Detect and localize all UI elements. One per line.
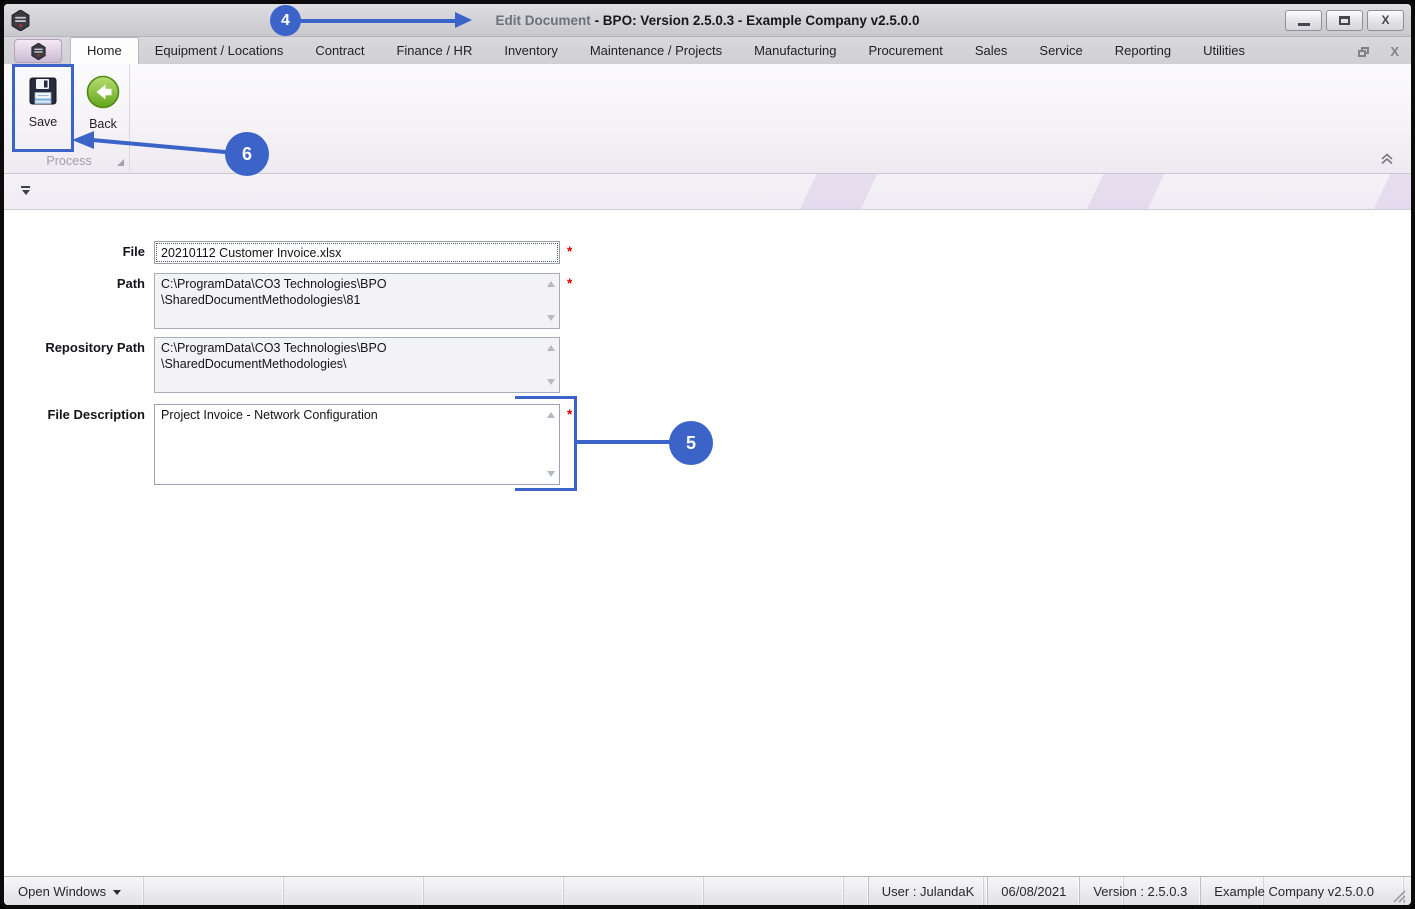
tab-sales[interactable]: Sales (959, 38, 1024, 64)
chevron-down-icon (113, 889, 122, 895)
window-title-app: - BPO: Version 2.5.0.3 - Example Company… (594, 12, 920, 28)
collapse-panel-icon[interactable] (20, 186, 31, 197)
callout-4-arrow-line (298, 19, 456, 23)
document-toolbar-strip (4, 174, 1411, 210)
save-button-label: Save (28, 115, 58, 129)
open-windows-label: Open Windows (18, 883, 107, 899)
repository-path-row: Repository Path C:\ProgramData\CO3 Techn… (4, 337, 1411, 393)
mdi-close-button[interactable]: X (1390, 45, 1399, 58)
mdi-window-controls: X (1337, 45, 1399, 58)
collapse-ribbon-icon[interactable] (1379, 152, 1395, 165)
tab-reporting[interactable]: Reporting (1099, 38, 1187, 64)
app-window: Edit Document - BPO: Version 2.5.0.3 - E… (4, 4, 1411, 905)
file-row: File * (4, 241, 1411, 264)
maximize-button[interactable] (1326, 9, 1363, 31)
tab-equipment-locations[interactable]: Equipment / Locations (139, 38, 300, 64)
path-row: Path C:\ProgramData\CO3 Technologies\BPO… (4, 273, 1411, 329)
tab-manufacturing[interactable]: Manufacturing (738, 38, 852, 64)
back-button-label: Back (89, 117, 117, 131)
callout-4-badge: 4 (270, 5, 301, 36)
required-asterisk: * (567, 276, 573, 291)
back-button[interactable]: Back (79, 64, 127, 131)
callout-6-badge: 6 (225, 132, 269, 176)
maximize-icon (1339, 15, 1350, 25)
window-title-document: Edit Document (495, 12, 591, 28)
back-arrow-icon (86, 75, 120, 109)
callout-4-arrow-head (455, 12, 472, 28)
resize-grip[interactable] (1391, 888, 1406, 903)
status-version: Version : 2.5.0.3 (1079, 877, 1200, 905)
status-date: 06/08/2021 (987, 877, 1079, 905)
tab-inventory[interactable]: Inventory (488, 38, 573, 64)
path-label: Path (116, 276, 145, 291)
callout-5-connector (575, 440, 672, 444)
file-label: File (122, 244, 145, 259)
open-windows-dropdown[interactable]: Open Windows (4, 877, 135, 905)
file-description-textarea[interactable]: Project Invoice - Network Configuration (154, 404, 560, 485)
scroll-up-icon[interactable] (547, 345, 555, 351)
repository-path-label: Repository Path (45, 340, 145, 355)
path-textarea[interactable]: C:\ProgramData\CO3 Technologies\BPO \Sha… (154, 273, 560, 329)
file-input[interactable] (154, 241, 560, 264)
tab-service[interactable]: Service (1023, 38, 1098, 64)
status-company: Example Company v2.5.0.0 (1200, 877, 1387, 905)
close-button[interactable]: X (1367, 9, 1404, 31)
save-floppy-icon (29, 77, 57, 105)
minimize-button[interactable] (1285, 9, 1322, 31)
status-bar: Open Windows User : JulandaK 06/08/2021 … (4, 876, 1411, 905)
status-bar-right: User : JulandaK 06/08/2021 Version : 2.5… (867, 877, 1411, 905)
minimize-icon (1297, 23, 1310, 26)
scroll-down-icon[interactable] (547, 379, 555, 385)
ribbon: Save Back Process 6 (4, 64, 1411, 176)
mdi-restore-button[interactable] (1358, 46, 1370, 57)
window-controls: X (1285, 9, 1404, 31)
bpo-logo-icon (30, 42, 46, 60)
tab-utilities[interactable]: Utilities (1187, 38, 1261, 64)
window-title: Edit Document - BPO: Version 2.5.0.3 - E… (4, 13, 1411, 28)
ribbon-group-buttons: Save Back (9, 64, 129, 152)
callout-5-bracket (515, 396, 577, 491)
ribbon-tab-row: Home Equipment / Locations Contract Fina… (4, 37, 1411, 65)
scroll-down-icon[interactable] (547, 315, 555, 321)
file-description-label: File Description (47, 407, 145, 422)
required-asterisk: * (567, 244, 573, 259)
edit-document-form: File * Path C:\ProgramData\CO3 Technolog… (4, 210, 1411, 876)
callout-5-badge: 5 (669, 421, 713, 465)
title-bar: Edit Document - BPO: Version 2.5.0.3 - E… (4, 4, 1411, 37)
tab-contract[interactable]: Contract (299, 38, 380, 64)
tab-procurement[interactable]: Procurement (852, 38, 958, 64)
scroll-up-icon[interactable] (547, 281, 555, 287)
dialog-launcher-icon[interactable] (117, 159, 124, 166)
status-user: User : JulandaK (867, 877, 988, 905)
ribbon-group-footer: Process (9, 152, 129, 169)
save-button-highlight: Save (12, 64, 74, 152)
close-icon: X (1381, 13, 1390, 27)
application-menu-button[interactable] (14, 39, 62, 63)
tab-finance-hr[interactable]: Finance / HR (380, 38, 488, 64)
tab-home[interactable]: Home (70, 37, 139, 65)
ribbon-group-label: Process (46, 153, 92, 168)
bpo-logo-icon (11, 9, 30, 31)
tab-maintenance-projects[interactable]: Maintenance / Projects (574, 38, 738, 64)
ribbon-group-process: Save Back Process (9, 64, 130, 171)
save-button[interactable]: Save (26, 74, 60, 129)
window-frame: Edit Document - BPO: Version 2.5.0.3 - E… (0, 0, 1415, 909)
repository-path-textarea[interactable]: C:\ProgramData\CO3 Technologies\BPO \Sha… (154, 337, 560, 393)
